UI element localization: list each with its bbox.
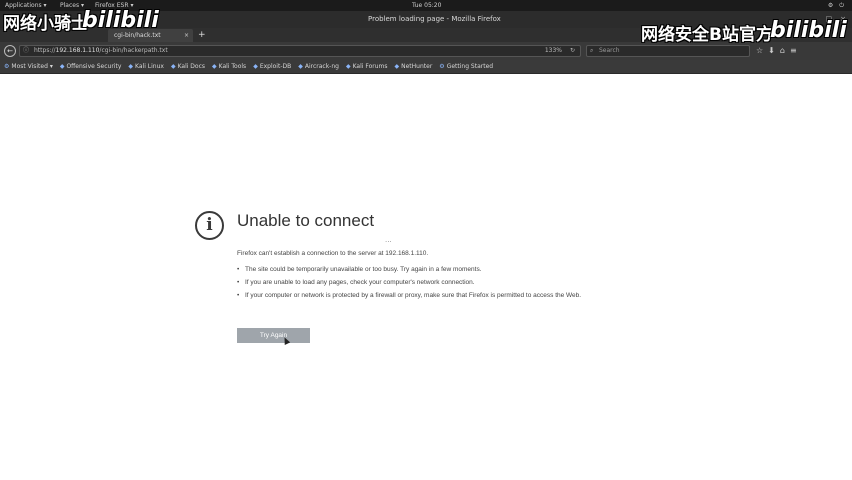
bookmarks-bar: ⚙ Most Visited ▾ ◆ Offensive Security ◆ Kal… [0, 60, 852, 74]
clock[interactable]: Tue 05:20 [412, 0, 441, 11]
error-title: Unable to connect [237, 211, 375, 230]
bookmark-label: Kali Tools [218, 63, 247, 70]
bookmark-kali-forums[interactable]: ◆ Kali Forums [346, 63, 388, 70]
try-again-button[interactable]: Try Again [237, 328, 310, 343]
bookmark-label: Exploit-DB [259, 63, 292, 70]
bookmark-star-icon[interactable]: ☆ [756, 45, 763, 57]
info-icon[interactable]: ⓘ [23, 46, 29, 56]
bookmark-label: Most Visited ▾ [11, 63, 53, 70]
kali-icon: ◆ [253, 63, 258, 70]
watermark-right-text: 网络安全B站官方 [641, 25, 773, 45]
settings-icon[interactable]: ⚙ [828, 0, 833, 11]
error-dots: ... [385, 236, 392, 244]
bookmark-nethunter[interactable]: ◆ NetHunter [395, 63, 433, 70]
bookmark-label: Getting Started [446, 63, 494, 70]
url-prefix: https:// [34, 47, 56, 54]
bookmark-offensive-security[interactable]: ◆ Offensive Security [60, 63, 122, 70]
gear-icon: ⚙ [4, 63, 10, 70]
bookmark-kali-tools[interactable]: ◆ Kali Tools [212, 63, 246, 70]
new-tab-button[interactable]: + [198, 28, 206, 42]
kali-icon: ◆ [298, 63, 303, 70]
bookmark-aircrack-ng[interactable]: ◆ Aircrack-ng [298, 63, 339, 70]
bookmark-exploit-db[interactable]: ◆ Exploit-DB [253, 63, 291, 70]
menu-icon[interactable]: ≡ [790, 45, 797, 57]
kali-icon: ◆ [345, 63, 351, 70]
downloads-icon[interactable]: ⬇ [768, 45, 775, 57]
search-input[interactable]: ⌕ Search [586, 45, 750, 57]
bilibili-logo-left: bilibili [82, 8, 159, 33]
bookmark-label: Aircrack-ng [304, 63, 339, 70]
toolbar-icons: ☆ ⬇ ⌂ ≡ [756, 45, 797, 57]
bookmark-label: Offensive Security [66, 63, 122, 70]
back-button[interactable]: ← [4, 45, 16, 57]
list-item: If you are unable to load any pages, che… [237, 279, 609, 287]
list-item: The site could be temporarily unavailabl… [237, 266, 609, 274]
gear-icon: ⚙ [439, 63, 445, 70]
bilibili-logo-right: bilibili [770, 18, 847, 43]
bookmark-label: Kali Forums [352, 63, 388, 70]
search-icon: ⌕ [590, 47, 594, 54]
system-tray: ⚙ ⏻ [828, 0, 844, 11]
bookmark-kali-linux[interactable]: ◆ Kali Linux [128, 63, 164, 70]
bookmark-getting-started[interactable]: ⚙ Getting Started [439, 63, 493, 70]
search-placeholder: Search [599, 47, 620, 54]
tab-label: cgi-bin/hack.txt [114, 32, 161, 39]
error-suggestions: The site could be temporarily unavailabl… [237, 266, 609, 305]
window-title: Problem loading page - Mozilla Firefox [368, 15, 501, 23]
tab-close-icon[interactable]: × [184, 29, 189, 42]
kali-icon: ◆ [394, 63, 400, 70]
bookmark-most-visited[interactable]: ⚙ Most Visited ▾ [4, 63, 53, 70]
kali-icon: ◆ [170, 63, 176, 70]
bookmark-label: NetHunter [401, 63, 433, 70]
list-item: If your computer or network is protected… [237, 292, 609, 300]
reload-icon[interactable]: ↻ [570, 46, 575, 56]
zoom-level[interactable]: 133% [545, 46, 562, 56]
error-description: Firefox can't establish a connection to … [237, 250, 429, 257]
watermark-left-text: 网络小骑士 [3, 14, 88, 34]
url-bar[interactable]: ⓘ https://192.168.1.110/cgi-bin/hackerpa… [19, 45, 581, 57]
kali-icon: ◆ [212, 63, 217, 70]
url-host: 192.168.1.110 [55, 47, 100, 54]
url-path: /cgi-bin/hackerpath.txt [99, 47, 168, 54]
kali-icon: ◆ [128, 63, 134, 70]
kali-icon: ◆ [59, 63, 65, 70]
bookmark-label: Kali Linux [135, 63, 164, 70]
info-circle-icon: i [195, 211, 224, 240]
bookmark-kali-docs[interactable]: ◆ Kali Docs [171, 63, 205, 70]
power-icon[interactable]: ⏻ [839, 0, 844, 11]
bookmark-label: Kali Docs [177, 63, 206, 70]
home-icon[interactable]: ⌂ [780, 45, 785, 57]
